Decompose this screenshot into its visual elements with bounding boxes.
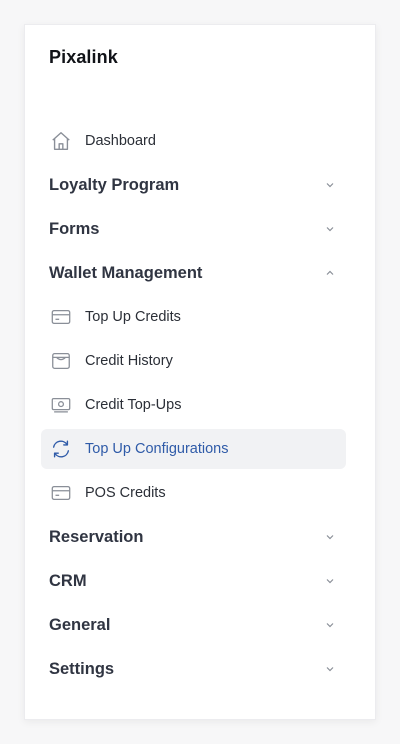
sidebar-item-top-up-credits[interactable]: Top Up Credits <box>41 297 346 337</box>
chevron-down-icon <box>324 223 336 235</box>
wallet-icon <box>49 349 73 373</box>
chevron-up-icon <box>324 267 336 279</box>
home-icon <box>49 129 73 153</box>
cash-icon <box>49 393 73 417</box>
section-label: Wallet Management <box>49 263 203 282</box>
section-label: General <box>49 615 111 634</box>
chevron-down-icon <box>324 619 336 631</box>
sidebar-item-pos-credits[interactable]: POS Credits <box>41 473 346 513</box>
sidebar-section-crm[interactable]: CRM <box>41 561 346 601</box>
sidebar-section-forms[interactable]: Forms <box>41 209 346 249</box>
sidebar-item-credit-top-ups[interactable]: Credit Top-Ups <box>41 385 346 425</box>
chevron-down-icon <box>324 531 336 543</box>
chevron-down-icon <box>324 179 336 191</box>
sidebar-section-settings[interactable]: Settings <box>41 649 346 689</box>
section-label: Forms <box>49 219 100 238</box>
sidebar-panel: Pixalink Dashboard Loyalty Program Forms <box>24 24 376 720</box>
sidebar-item-label: Credit History <box>85 353 173 369</box>
sidebar-item-label: Dashboard <box>85 133 156 149</box>
refresh-icon <box>49 437 73 461</box>
card-icon <box>49 305 73 329</box>
sidebar-nav: Dashboard Loyalty Program Forms Wallet M… <box>41 121 346 693</box>
sidebar-item-label: Top Up Credits <box>85 309 181 325</box>
sidebar-section-loyalty-program[interactable]: Loyalty Program <box>41 165 346 205</box>
brand-logo-text: Pixalink <box>49 47 118 67</box>
sidebar-item-credit-history[interactable]: Credit History <box>41 341 346 381</box>
sidebar-section-reservation[interactable]: Reservation <box>41 517 346 557</box>
sidebar-item-label: POS Credits <box>85 485 166 501</box>
section-label: Reservation <box>49 527 144 546</box>
section-label: Loyalty Program <box>49 175 180 194</box>
chevron-down-icon <box>324 663 336 675</box>
sidebar-item-label: Top Up Configurations <box>85 441 229 457</box>
sidebar-item-label: Credit Top-Ups <box>85 397 182 413</box>
sidebar-section-general[interactable]: General <box>41 605 346 645</box>
section-label: Settings <box>49 659 115 678</box>
sidebar-item-dashboard[interactable]: Dashboard <box>41 121 346 161</box>
card-icon <box>49 481 73 505</box>
section-label: CRM <box>49 571 87 590</box>
sidebar-section-wallet-management[interactable]: Wallet Management <box>41 253 346 293</box>
sidebar-item-top-up-configurations[interactable]: Top Up Configurations <box>41 429 346 469</box>
chevron-down-icon <box>324 575 336 587</box>
